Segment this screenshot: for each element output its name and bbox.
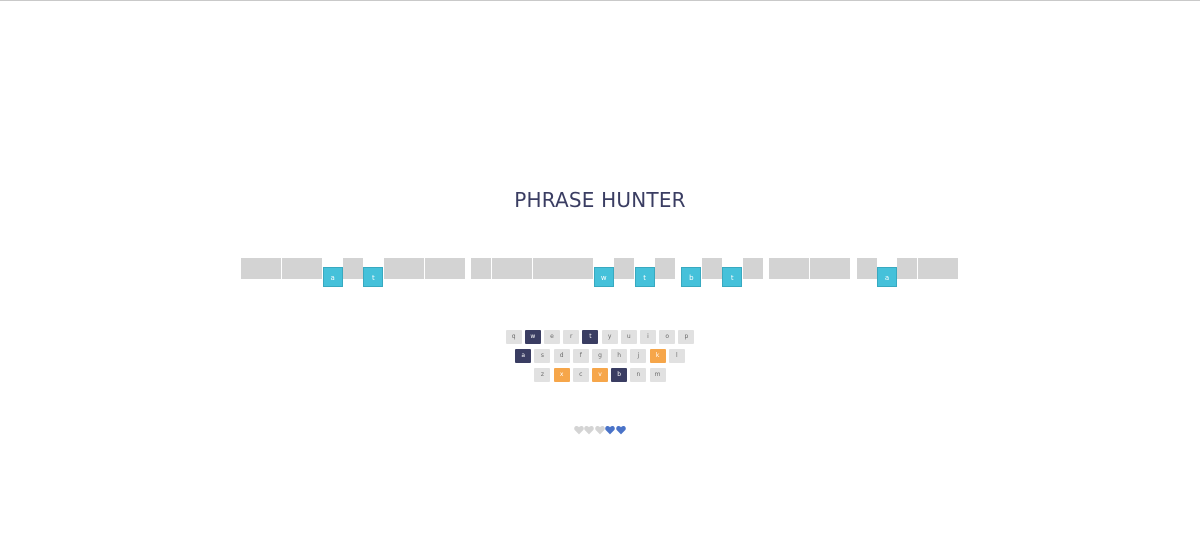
letter-tile-hidden: [573, 258, 594, 279]
live-heart-icon: [605, 425, 616, 435]
key-d[interactable]: d: [553, 349, 570, 363]
keyboard-row: qwertyuiop: [0, 330, 1200, 344]
key-t[interactable]: t: [582, 330, 599, 344]
letter-tile-revealed: t: [722, 267, 743, 287]
letter-tile-revealed: w: [593, 267, 614, 287]
letter-tile-revealed: a: [322, 267, 343, 287]
key-u[interactable]: u: [620, 330, 637, 344]
key-q[interactable]: q: [505, 330, 522, 344]
letter-tile-revealed: t: [634, 267, 655, 287]
lost-heart-icon: [573, 425, 584, 435]
letter-tile-hidden: [769, 258, 789, 279]
letter-tile-hidden: [343, 258, 363, 279]
letter-tile-hidden: [491, 258, 512, 279]
key-g[interactable]: g: [592, 349, 608, 363]
letter-tile-revealed: a: [877, 267, 897, 287]
game-title: PHRASE HUNTER: [514, 188, 686, 212]
key-n[interactable]: n: [630, 368, 647, 382]
letter-tile-hidden: [897, 258, 918, 279]
key-e[interactable]: e: [544, 330, 560, 344]
phrase-board: atwtbta: [0, 258, 1200, 290]
key-r[interactable]: r: [563, 330, 580, 344]
top-divider: [0, 0, 1200, 1]
key-x[interactable]: x: [553, 368, 570, 382]
key-y[interactable]: y: [601, 330, 618, 344]
key-w[interactable]: w: [524, 330, 541, 344]
letter-tile-hidden: [856, 258, 877, 279]
live-heart-icon: [615, 425, 626, 435]
key-b[interactable]: b: [611, 368, 628, 382]
key-o[interactable]: o: [659, 330, 676, 344]
key-c[interactable]: c: [572, 368, 589, 382]
key-a[interactable]: a: [515, 349, 532, 363]
letter-tile-hidden: [614, 258, 635, 279]
letter-tile-hidden: [742, 258, 763, 279]
lost-heart-icon: [594, 425, 605, 435]
letter-tile-hidden: [424, 258, 445, 279]
letter-tile-hidden: [383, 258, 404, 279]
letter-tile-hidden: [789, 258, 810, 279]
keyboard-row: zxcvbnm: [0, 368, 1200, 382]
key-h[interactable]: h: [611, 349, 628, 363]
letter-tile-hidden: [445, 258, 465, 279]
letter-tile-hidden: [532, 258, 553, 279]
letter-tile-hidden: [830, 258, 851, 279]
letter-tile-revealed: t: [363, 267, 384, 287]
key-k[interactable]: k: [649, 349, 666, 363]
lives-scoreboard: [0, 425, 1200, 439]
letter-tile-hidden: [241, 258, 261, 279]
keyboard-row: asdfghjkl: [0, 349, 1200, 363]
letter-tile-hidden: [938, 258, 959, 279]
key-p[interactable]: p: [678, 330, 695, 344]
letter-tile-hidden: [281, 258, 302, 279]
letter-tile-hidden: [655, 258, 675, 279]
key-i[interactable]: i: [640, 330, 656, 344]
letter-tile-hidden: [553, 258, 573, 279]
key-z[interactable]: z: [534, 368, 551, 382]
letter-tile-revealed: b: [681, 267, 702, 287]
letter-tile-hidden: [809, 258, 830, 279]
letter-tile-hidden: [261, 258, 282, 279]
key-l[interactable]: l: [668, 349, 685, 363]
key-s[interactable]: s: [534, 349, 551, 363]
key-f[interactable]: f: [572, 349, 589, 363]
key-j[interactable]: j: [630, 349, 647, 363]
letter-tile-hidden: [701, 258, 722, 279]
key-m[interactable]: m: [649, 368, 666, 382]
letter-tile-hidden: [404, 258, 425, 279]
letter-tile-hidden: [302, 258, 323, 279]
letter-tile-hidden: [512, 258, 533, 279]
letter-tile-hidden: [471, 258, 492, 279]
letter-tile-hidden: [917, 258, 938, 279]
key-v[interactable]: v: [592, 368, 608, 382]
lost-heart-icon: [584, 425, 595, 435]
